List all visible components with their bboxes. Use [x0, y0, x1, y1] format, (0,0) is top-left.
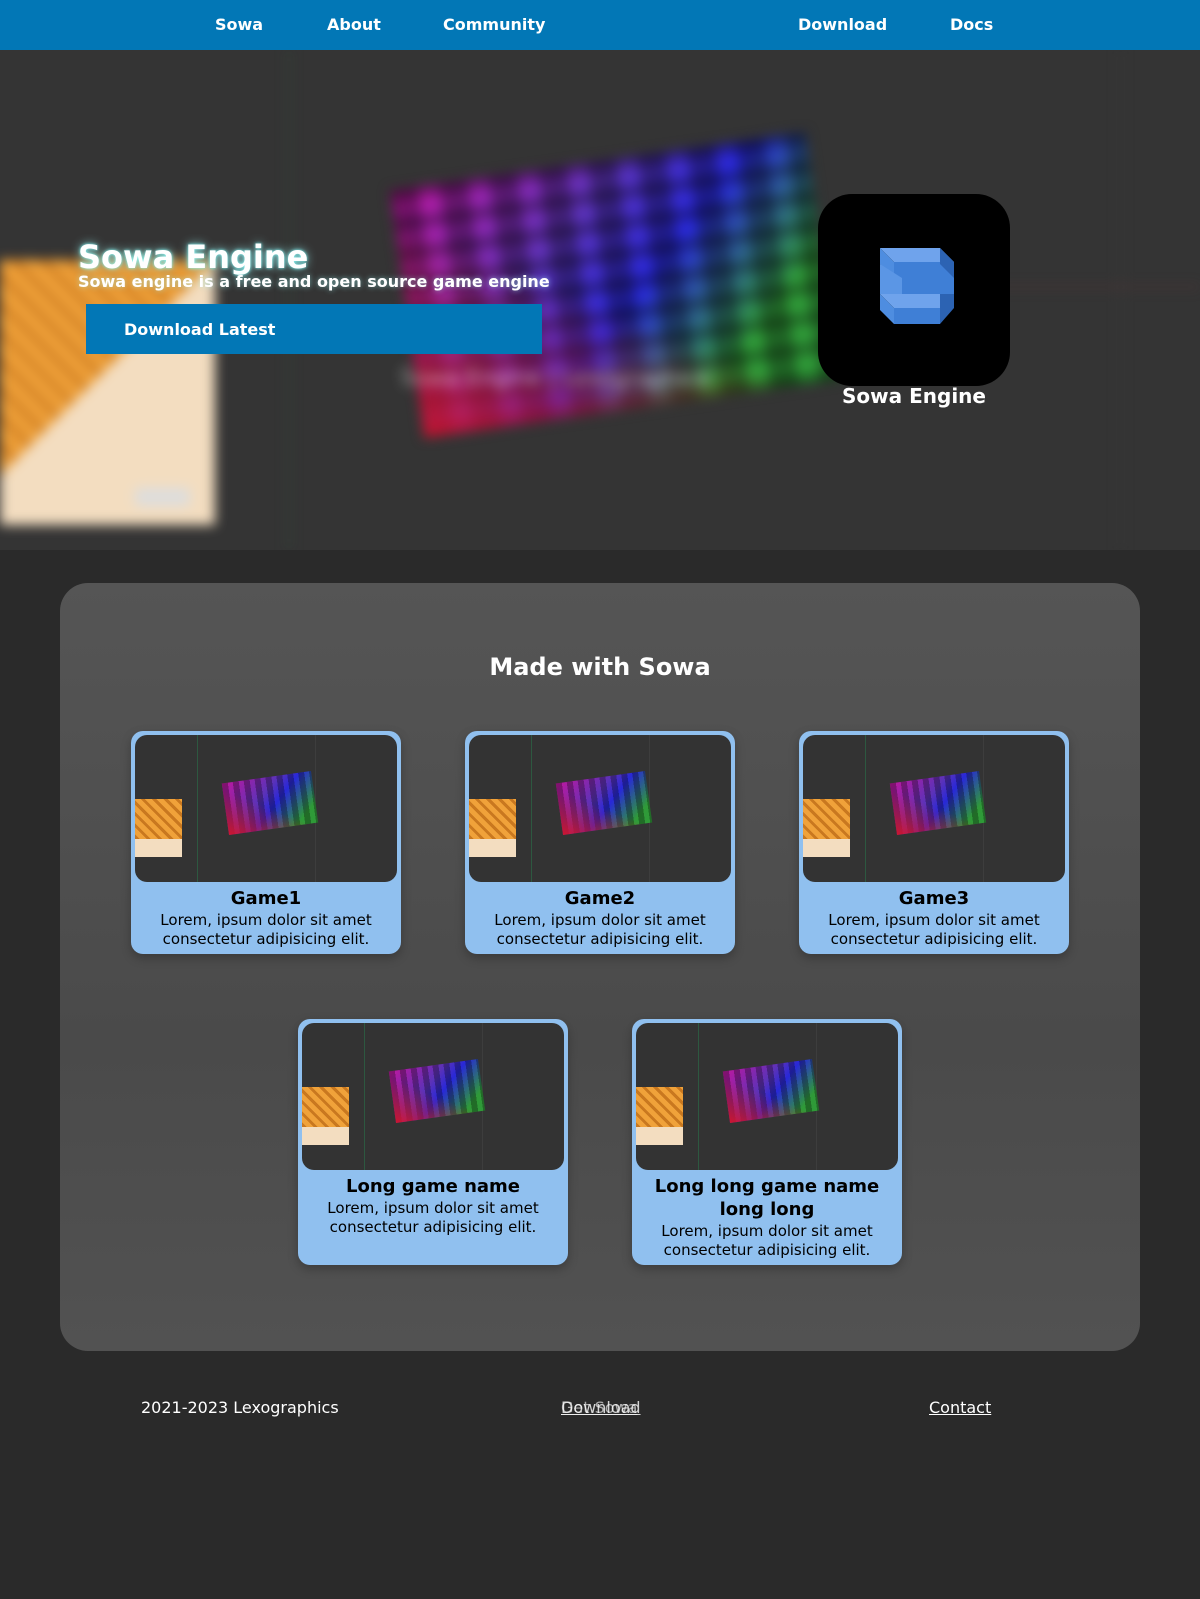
footer-copyright: 2021-2023 Lexographics: [141, 1398, 339, 1417]
game-name: Game2: [564, 888, 636, 909]
game-name: Game3: [898, 888, 970, 909]
footer-contact-link[interactable]: Contact: [929, 1398, 991, 1417]
footer: [0, 1399, 1200, 1599]
game-thumbnail: [469, 735, 731, 882]
top-nav: Sowa About Community Download Docs: [0, 0, 1200, 50]
logo-caption: Sowa Engine: [842, 384, 986, 408]
hero-bg-grid-line: [288, 50, 290, 550]
footer-download-link[interactable]: Download: [561, 1398, 641, 1417]
nav-download-link[interactable]: Download: [798, 0, 887, 50]
game-description: Lorem, ipsum dolor sit amet consectetur …: [661, 1222, 873, 1259]
hero-title: Sowa Engine: [78, 238, 309, 276]
made-with-sowa-panel: Made with Sowa Game1 Lorem, ipsum dolor …: [60, 583, 1140, 1351]
game-name: Long long game name long long: [654, 1176, 880, 1220]
game-card[interactable]: Game2 Lorem, ipsum dolor sit amet consec…: [465, 731, 735, 954]
nav-sowa-link[interactable]: Sowa: [215, 0, 263, 50]
nav-community-link[interactable]: Community: [443, 0, 545, 50]
game-card[interactable]: Long long game name long long Lorem, ips…: [632, 1019, 902, 1265]
hero-bg-isometric-art: [0, 260, 215, 525]
game-card[interactable]: Game1 Lorem, ipsum dolor sit amet consec…: [131, 731, 401, 954]
game-thumbnail: [636, 1023, 898, 1170]
game-description: Lorem, ipsum dolor sit amet consectetur …: [828, 911, 1040, 948]
game-name: Long game name: [346, 1176, 520, 1197]
hero-bg-caption: Sowa Engine | Lexographics: [400, 366, 708, 391]
nav-docs-link[interactable]: Docs: [950, 0, 993, 50]
download-latest-button[interactable]: Download Latest: [86, 304, 542, 354]
nav-about-link[interactable]: About: [327, 0, 381, 50]
game-thumbnail: [302, 1023, 564, 1170]
game-card[interactable]: Long game name Lorem, ipsum dolor sit am…: [298, 1019, 568, 1265]
hero-subtitle: Sowa engine is a free and open source ga…: [78, 272, 550, 291]
hero-bg-divider: [1120, 50, 1121, 550]
game-name: Game1: [230, 888, 302, 909]
game-description: Lorem, ipsum dolor sit amet consectetur …: [494, 911, 706, 948]
sowa-logo-icon: [880, 248, 954, 324]
made-with-sowa-heading: Made with Sowa: [489, 653, 711, 681]
game-description: Lorem, ipsum dolor sit amet consectetur …: [327, 1199, 539, 1236]
hero-background-screenshot: Sowa Engine | Lexographics: [0, 50, 1200, 550]
game-card[interactable]: Game3 Lorem, ipsum dolor sit amet consec…: [799, 731, 1069, 954]
game-thumbnail: [135, 735, 397, 882]
game-thumbnail: [803, 735, 1065, 882]
hero-section: Sowa Engine | Lexographics Sowa Engine S…: [0, 50, 1200, 550]
game-description: Lorem, ipsum dolor sit amet consectetur …: [160, 911, 372, 948]
sowa-logo: [818, 194, 1010, 386]
